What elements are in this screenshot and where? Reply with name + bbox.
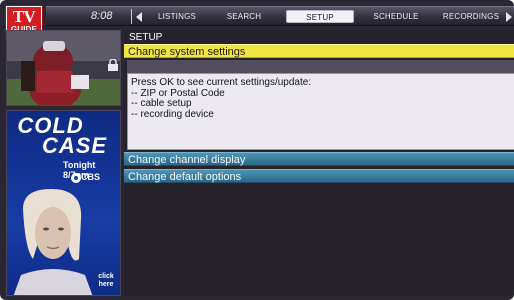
ad-portrait (13, 189, 93, 295)
ad-title-line2: CASE (41, 133, 108, 158)
top-nav-bar: 8:08 LISTINGS SEARCH SETUP SCHEDULE RECO… (46, 6, 514, 26)
option-change-default-options[interactable]: Change default options (124, 169, 514, 183)
clock: 8:08 (91, 10, 113, 22)
video-preview-image (7, 31, 120, 105)
tv-guide-screen: TV GUIDE 8:08 LISTINGS SEARCH SETUP SCHE… (0, 0, 514, 300)
lock-icon (108, 59, 118, 71)
section-title: SETUP (129, 32, 163, 43)
ad-network: CBS (81, 172, 101, 182)
option-change-system-settings[interactable]: Change system settings (124, 44, 514, 58)
setup-panel: SETUP Change system settings Press OK to… (124, 30, 514, 296)
ad-click-here[interactable]: click here (93, 273, 119, 289)
tab-schedule[interactable]: SCHEDULE (362, 10, 430, 23)
info-header-strip (127, 60, 514, 73)
arrow-right-icon[interactable] (506, 12, 512, 22)
cbs-eye-icon (71, 173, 81, 183)
ad-cta-line2: here (98, 281, 114, 288)
info-box: Press OK to see current settings/update:… (127, 73, 514, 150)
tab-listings[interactable]: LISTINGS (146, 10, 208, 23)
tab-search[interactable]: SEARCH (214, 10, 274, 23)
video-preview[interactable] (6, 30, 121, 106)
logo-text-top: TV (12, 7, 36, 26)
nav-divider (131, 9, 132, 24)
tab-recordings[interactable]: RECORDINGS (438, 10, 504, 23)
info-line: -- cable setup (131, 98, 192, 109)
ad-cta-line1: click (98, 273, 114, 280)
ad-banner[interactable]: COLD CASE Tonight 8/7pm CBS click here (6, 110, 121, 296)
info-line: -- recording device (131, 108, 214, 120)
option-change-channel-display[interactable]: Change channel display (124, 152, 514, 166)
arrow-left-icon[interactable] (136, 12, 142, 22)
tab-setup[interactable]: SETUP (286, 10, 354, 23)
info-line: Press OK to see current settings/update: (131, 77, 312, 88)
